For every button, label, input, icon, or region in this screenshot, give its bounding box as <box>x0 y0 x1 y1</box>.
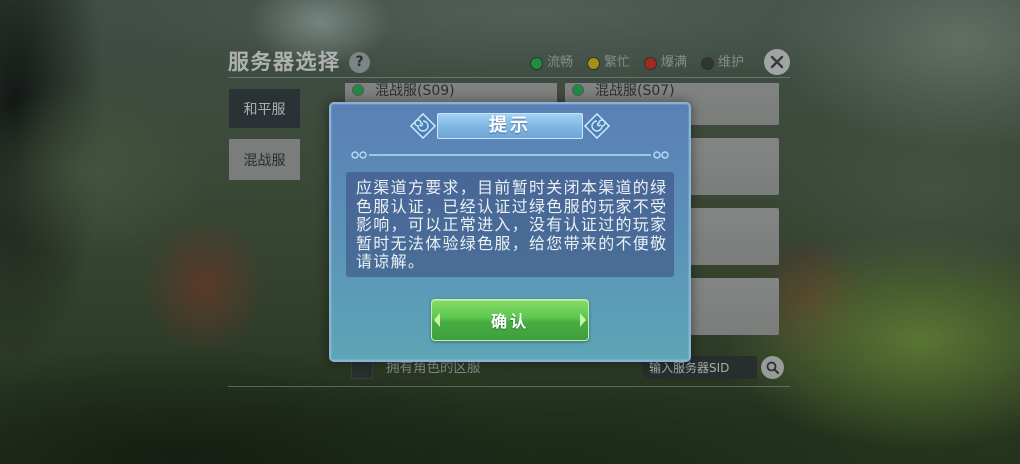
chevron-left-icon <box>434 313 440 327</box>
dialog-message: 应渠道方要求，目前暂时关闭本渠道的绿 色服认证，已经认证过绿色服的玩家不受 影响… <box>346 172 674 277</box>
message-line: 影响，可以正常进入，没有认证过的玩家 <box>356 215 668 235</box>
message-line: 色服认证，已经认证过绿色服的玩家不受 <box>356 196 668 216</box>
message-line: 应渠道方要求，目前暂时关闭本渠道的绿 <box>356 178 668 197</box>
confirm-button[interactable]: 确认 <box>431 299 589 341</box>
notice-dialog: 提示 应渠道方要求，目前暂时关闭本渠道的绿 色服认证，已经认证过绿色服的玩家不受… <box>329 102 691 362</box>
dialog-title: 提示 <box>489 115 531 136</box>
swirl-ornament-icon <box>409 112 437 140</box>
swirl-ornament-icon <box>583 112 611 140</box>
chevron-right-icon <box>580 313 586 327</box>
dialog-divider <box>351 151 669 159</box>
message-line: 暂时无法体验绿色服，给您带来的不便敬 <box>356 233 668 253</box>
confirm-label: 确认 <box>490 312 529 331</box>
dialog-title-ribbon: 提示 <box>437 113 583 139</box>
message-line: 请谅解。 <box>356 252 426 272</box>
